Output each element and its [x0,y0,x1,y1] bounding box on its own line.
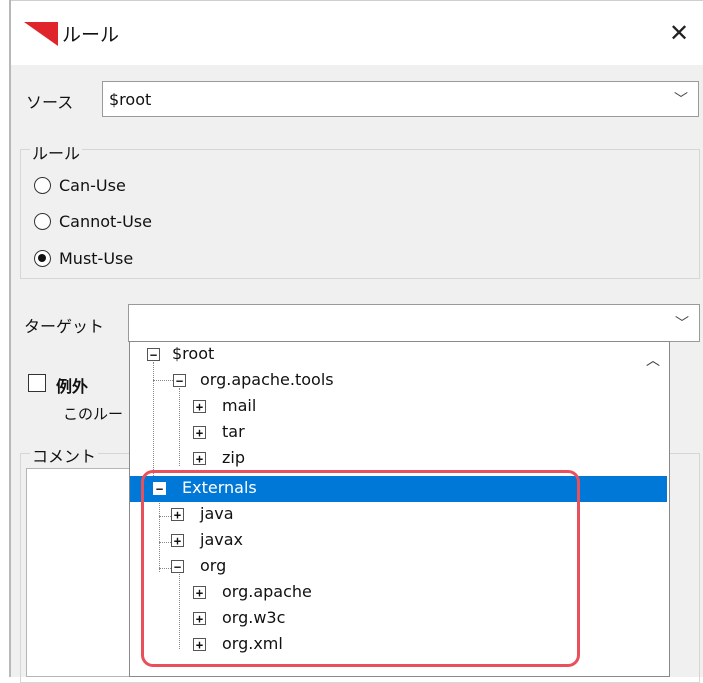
exception-checkbox[interactable] [28,374,46,392]
tree-scrollbar[interactable]: ︿ [637,342,669,676]
radio-button[interactable] [34,177,51,194]
source-combobox[interactable]: $root ﹀ [102,81,699,117]
tree-node-label: $root [172,344,215,363]
expand-icon[interactable]: + [171,534,184,547]
tree-node-mail[interactable]: + mail [130,394,639,420]
tree-node-label: zip [222,448,245,467]
tree-node-label: org.xml [222,634,283,653]
close-icon: ✕ [668,19,690,47]
expand-icon[interactable]: + [193,586,206,599]
tree-node-label: org.apache.tools [200,370,334,389]
window-title: ルール [62,24,120,46]
comment-textarea[interactable] [26,468,136,677]
radio-button-checked[interactable] [34,250,51,267]
tree-node-org[interactable]: − org [130,554,639,580]
target-combobox[interactable]: ﹀ [128,304,700,342]
tree-node-label: javax [200,530,243,549]
chevron-down-icon[interactable]: ﹀ [675,313,689,333]
tree-node-label: org [200,556,227,575]
target-tree-dropdown[interactable]: ︿ − $root − org.apache.tools + mail + ta… [129,341,670,677]
comment-label: コメント [30,443,99,467]
tree-node-label: Externals [182,478,257,497]
tree-node-label: org.w3c [222,608,286,627]
radio-can-use[interactable]: Can-Use [34,176,126,195]
radio-label: Must-Use [59,249,134,268]
radio-button[interactable] [34,213,51,230]
tree-node-org-w3c[interactable]: + org.w3c [130,606,639,632]
collapse-icon[interactable]: − [171,560,184,573]
chevron-down-icon[interactable]: ﹀ [674,89,688,109]
tree-node-label: java [200,504,234,523]
tree-node-label: tar [222,422,245,441]
collapse-icon[interactable]: − [173,374,186,387]
tree-node-tar[interactable]: + tar [130,420,639,446]
expand-icon[interactable]: + [193,426,206,439]
tree-node-root[interactable]: − $root [130,342,639,368]
source-label: ソース [26,93,74,112]
collapse-icon[interactable]: − [147,348,160,361]
tree-node-javax[interactable]: + javax [130,528,639,554]
collapse-icon[interactable]: − [153,482,166,495]
exception-label: 例外 [56,377,89,396]
expand-icon[interactable]: + [193,612,206,625]
tree-node-org-apache-tools[interactable]: − org.apache.tools [130,368,639,394]
radio-label: Cannot-Use [59,212,152,231]
tree-node-zip[interactable]: + zip [130,446,639,472]
radio-label: Can-Use [59,176,126,195]
target-label: ターゲット [24,317,105,336]
expand-icon[interactable]: + [193,400,206,413]
radio-cannot-use[interactable]: Cannot-Use [34,212,152,231]
tree-node-externals[interactable]: − Externals [130,476,667,502]
tree-node-label: org.apache [222,582,312,601]
chevron-up-icon[interactable]: ︿ [646,350,660,370]
radio-must-use[interactable]: Must-Use [34,249,133,268]
expand-icon[interactable]: + [171,508,184,521]
exception-description: このルー [63,405,124,423]
expand-icon[interactable]: + [193,638,206,651]
expand-icon[interactable]: + [193,452,206,465]
tree-node-java[interactable]: + java [130,502,639,528]
tree-node-label: mail [222,396,257,415]
source-value: $root [109,89,152,109]
tree-node-org-apache[interactable]: + org.apache [130,580,639,606]
rule-group-title: ルール [30,140,83,164]
tree-node-org-xml[interactable]: + org.xml [130,632,639,658]
close-button[interactable]: ✕ [660,14,698,52]
app-icon [24,22,58,46]
